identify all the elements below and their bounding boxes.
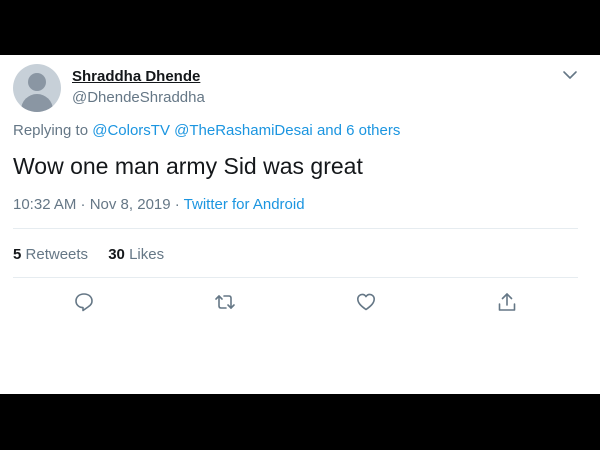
reply-others-link[interactable]: and 6 others: [317, 122, 400, 139]
display-name[interactable]: Shraddha Dhende: [72, 68, 200, 85]
retweets-stat[interactable]: 5 Retweets: [13, 246, 88, 263]
avatar-body: [21, 94, 53, 112]
tweet-timestamp[interactable]: 10:32 AM · Nov 8, 2019 ·: [13, 196, 184, 213]
retweet-icon[interactable]: [214, 291, 236, 313]
likes-count: 30: [108, 246, 125, 263]
avatar[interactable]: [13, 64, 61, 112]
tweet-card: Shraddha Dhende @DhendeShraddha Replying…: [0, 55, 600, 394]
mention-therashamidesai[interactable]: @TheRashamiDesai: [174, 122, 313, 139]
tweet-meta: 10:32 AM · Nov 8, 2019 · Twitter for And…: [13, 196, 305, 213]
tweet-stats: 5 Retweets 30 Likes: [13, 246, 180, 263]
replying-prefix: Replying to: [13, 122, 89, 139]
heart-icon[interactable]: [355, 291, 377, 313]
divider-bottom: [13, 277, 578, 278]
user-handle[interactable]: @DhendeShraddha: [72, 89, 205, 106]
share-icon[interactable]: [496, 291, 518, 313]
retweets-count: 5: [13, 246, 22, 263]
mention-colorstv[interactable]: @ColorsTV: [92, 122, 170, 139]
tweet-source[interactable]: Twitter for Android: [184, 196, 305, 213]
tweet-text: Wow one man army Sid was great: [13, 153, 363, 179]
likes-stat[interactable]: 30 Likes: [108, 246, 164, 263]
divider-top: [13, 228, 578, 229]
replying-to: Replying to @ColorsTV @TheRashamiDesai a…: [13, 122, 400, 139]
chevron-down-icon[interactable]: [562, 68, 578, 82]
likes-label: Likes: [129, 246, 165, 263]
reply-icon[interactable]: [73, 291, 95, 313]
avatar-head: [28, 73, 46, 91]
retweets-label: Retweets: [25, 246, 89, 263]
